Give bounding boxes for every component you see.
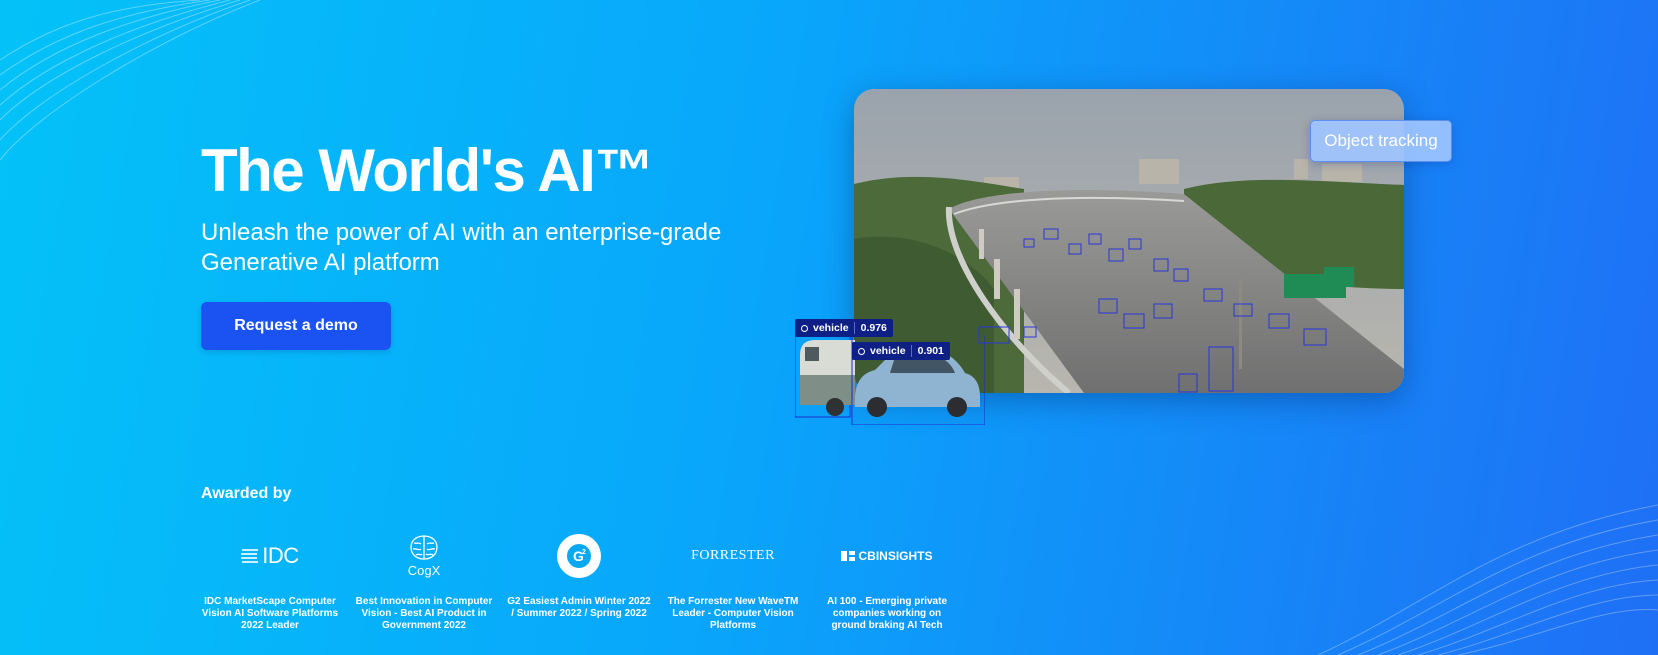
object-tracking-tag: Object tracking bbox=[1310, 120, 1452, 162]
detection-label-vehicle-2: vehicle 0.901 bbox=[852, 342, 950, 360]
award-idc: IDC IDC MarketScape Computer Vision AI S… bbox=[198, 528, 342, 632]
hero-subtitle: Unleash the power of AI with an enterpri… bbox=[201, 219, 722, 276]
request-demo-button[interactable]: Request a demo bbox=[201, 302, 391, 350]
brain-icon bbox=[410, 535, 438, 560]
award-caption: IDC MarketScape Computer Vision AI Softw… bbox=[201, 596, 339, 631]
target-icon bbox=[858, 347, 865, 355]
cogx-logo-text: CogX bbox=[407, 563, 441, 578]
forrester-logo-text: FORRESTER bbox=[691, 548, 775, 563]
detection-label-vehicle-1: vehicle 0.976 bbox=[795, 319, 893, 337]
award-caption: G2 Easiest Admin Winter 2022 / Summer 20… bbox=[507, 596, 651, 619]
detection-class: vehicle bbox=[870, 345, 906, 357]
idc-logo-text: IDC bbox=[262, 543, 299, 568]
forrester-logo: FORRESTER bbox=[661, 528, 805, 584]
awarded-by-heading: Awarded by bbox=[201, 485, 292, 502]
cbinsights-mark-icon bbox=[841, 551, 856, 561]
award-cogx: CogX Best Innovation in Computer Vision … bbox=[352, 528, 496, 632]
award-caption: The Forrester New WaveTM Leader - Comput… bbox=[667, 596, 799, 631]
detection-score: 0.901 bbox=[910, 345, 944, 357]
g2-logo: G 2 bbox=[507, 528, 651, 584]
cogx-brain-logo: CogX bbox=[352, 528, 496, 584]
cbinsights-logo: CBINSIGHTS bbox=[815, 528, 959, 584]
target-icon bbox=[801, 324, 808, 332]
idc-logo: IDC bbox=[198, 528, 342, 584]
hero-title: The World's AI™ bbox=[201, 137, 654, 204]
idc-lines-icon bbox=[241, 549, 259, 563]
cbinsights-logo-text: CBINSIGHTS bbox=[858, 549, 933, 563]
award-cbinsights: CBINSIGHTS AI 100 - Emerging private com… bbox=[815, 528, 959, 632]
g2-badge-icon: G 2 bbox=[567, 544, 591, 568]
award-caption: AI 100 - Emerging private companies work… bbox=[826, 596, 948, 631]
detection-score: 0.976 bbox=[853, 322, 887, 334]
award-forrester: FORRESTER The Forrester New WaveTM Leade… bbox=[661, 528, 805, 632]
award-caption: Best Innovation in Computer Vision - Bes… bbox=[355, 596, 493, 631]
award-g2: G 2 G2 Easiest Admin Winter 2022 / Summe… bbox=[507, 528, 651, 620]
detection-class: vehicle bbox=[813, 322, 849, 334]
svg-text:2: 2 bbox=[582, 549, 586, 556]
